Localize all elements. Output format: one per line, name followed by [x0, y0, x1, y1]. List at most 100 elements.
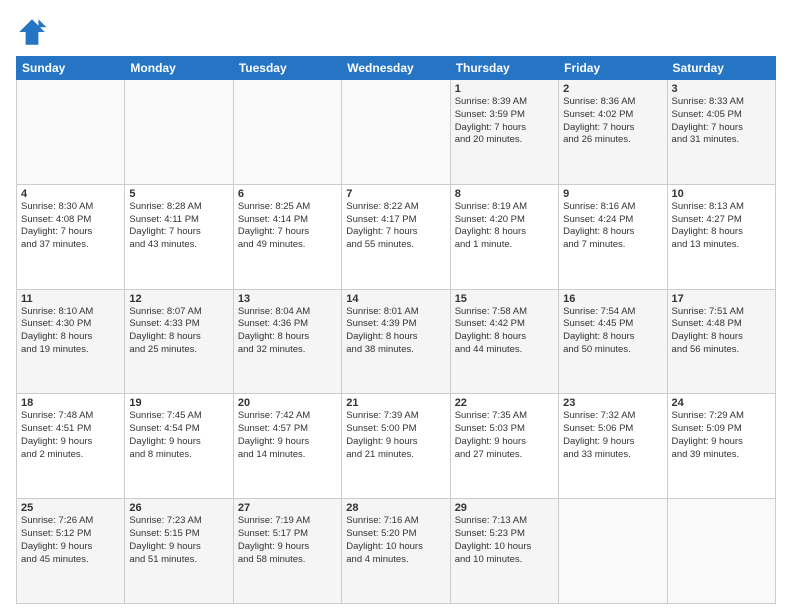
- day-number: 11: [21, 293, 120, 305]
- day-info: Sunrise: 7:13 AM Sunset: 5:23 PM Dayligh…: [455, 515, 554, 566]
- logo: [16, 16, 52, 48]
- calendar-cell: 23Sunrise: 7:32 AM Sunset: 5:06 PM Dayli…: [559, 394, 667, 499]
- day-number: 23: [563, 397, 662, 409]
- day-info: Sunrise: 8:10 AM Sunset: 4:30 PM Dayligh…: [21, 306, 120, 357]
- day-number: 13: [238, 293, 337, 305]
- week-row-4: 25Sunrise: 7:26 AM Sunset: 5:12 PM Dayli…: [17, 499, 776, 604]
- calendar-cell: 14Sunrise: 8:01 AM Sunset: 4:39 PM Dayli…: [342, 289, 450, 394]
- day-header-friday: Friday: [559, 57, 667, 80]
- day-number: 28: [346, 502, 445, 514]
- day-info: Sunrise: 7:54 AM Sunset: 4:45 PM Dayligh…: [563, 306, 662, 357]
- calendar-cell: 17Sunrise: 7:51 AM Sunset: 4:48 PM Dayli…: [667, 289, 775, 394]
- page: SundayMondayTuesdayWednesdayThursdayFrid…: [0, 0, 792, 612]
- day-header-wednesday: Wednesday: [342, 57, 450, 80]
- logo-icon: [16, 16, 48, 48]
- day-number: 24: [672, 397, 771, 409]
- day-header-monday: Monday: [125, 57, 233, 80]
- calendar-cell: [667, 499, 775, 604]
- day-info: Sunrise: 8:01 AM Sunset: 4:39 PM Dayligh…: [346, 306, 445, 357]
- day-number: 6: [238, 188, 337, 200]
- day-header-sunday: Sunday: [17, 57, 125, 80]
- day-number: 12: [129, 293, 228, 305]
- day-number: 19: [129, 397, 228, 409]
- calendar-cell: 6Sunrise: 8:25 AM Sunset: 4:14 PM Daylig…: [233, 184, 341, 289]
- day-number: 7: [346, 188, 445, 200]
- calendar-cell: 11Sunrise: 8:10 AM Sunset: 4:30 PM Dayli…: [17, 289, 125, 394]
- calendar-cell: 20Sunrise: 7:42 AM Sunset: 4:57 PM Dayli…: [233, 394, 341, 499]
- day-info: Sunrise: 7:39 AM Sunset: 5:00 PM Dayligh…: [346, 410, 445, 461]
- calendar-cell: 3Sunrise: 8:33 AM Sunset: 4:05 PM Daylig…: [667, 80, 775, 185]
- day-number: 21: [346, 397, 445, 409]
- day-info: Sunrise: 8:13 AM Sunset: 4:27 PM Dayligh…: [672, 201, 771, 252]
- day-number: 25: [21, 502, 120, 514]
- day-number: 3: [672, 83, 771, 95]
- day-info: Sunrise: 7:32 AM Sunset: 5:06 PM Dayligh…: [563, 410, 662, 461]
- day-number: 4: [21, 188, 120, 200]
- calendar-cell: 25Sunrise: 7:26 AM Sunset: 5:12 PM Dayli…: [17, 499, 125, 604]
- day-number: 1: [455, 83, 554, 95]
- calendar-cell: 8Sunrise: 8:19 AM Sunset: 4:20 PM Daylig…: [450, 184, 558, 289]
- day-number: 9: [563, 188, 662, 200]
- day-number: 27: [238, 502, 337, 514]
- calendar-cell: [559, 499, 667, 604]
- calendar-cell: 1Sunrise: 8:39 AM Sunset: 3:59 PM Daylig…: [450, 80, 558, 185]
- calendar-cell: 12Sunrise: 8:07 AM Sunset: 4:33 PM Dayli…: [125, 289, 233, 394]
- day-info: Sunrise: 7:51 AM Sunset: 4:48 PM Dayligh…: [672, 306, 771, 357]
- day-info: Sunrise: 7:23 AM Sunset: 5:15 PM Dayligh…: [129, 515, 228, 566]
- week-row-0: 1Sunrise: 8:39 AM Sunset: 3:59 PM Daylig…: [17, 80, 776, 185]
- day-header-tuesday: Tuesday: [233, 57, 341, 80]
- header: [16, 16, 776, 48]
- day-info: Sunrise: 8:39 AM Sunset: 3:59 PM Dayligh…: [455, 96, 554, 147]
- day-info: Sunrise: 7:42 AM Sunset: 4:57 PM Dayligh…: [238, 410, 337, 461]
- calendar-cell: 7Sunrise: 8:22 AM Sunset: 4:17 PM Daylig…: [342, 184, 450, 289]
- calendar-body: 1Sunrise: 8:39 AM Sunset: 3:59 PM Daylig…: [17, 80, 776, 604]
- calendar-cell: 5Sunrise: 8:28 AM Sunset: 4:11 PM Daylig…: [125, 184, 233, 289]
- day-info: Sunrise: 8:36 AM Sunset: 4:02 PM Dayligh…: [563, 96, 662, 147]
- calendar-header: SundayMondayTuesdayWednesdayThursdayFrid…: [17, 57, 776, 80]
- calendar-cell: [233, 80, 341, 185]
- day-number: 15: [455, 293, 554, 305]
- calendar-cell: [342, 80, 450, 185]
- day-number: 8: [455, 188, 554, 200]
- calendar-cell: 9Sunrise: 8:16 AM Sunset: 4:24 PM Daylig…: [559, 184, 667, 289]
- calendar-cell: [17, 80, 125, 185]
- day-number: 10: [672, 188, 771, 200]
- day-number: 29: [455, 502, 554, 514]
- header-row: SundayMondayTuesdayWednesdayThursdayFrid…: [17, 57, 776, 80]
- calendar-cell: 18Sunrise: 7:48 AM Sunset: 4:51 PM Dayli…: [17, 394, 125, 499]
- calendar-table: SundayMondayTuesdayWednesdayThursdayFrid…: [16, 56, 776, 604]
- day-number: 2: [563, 83, 662, 95]
- day-number: 20: [238, 397, 337, 409]
- day-number: 16: [563, 293, 662, 305]
- day-info: Sunrise: 8:07 AM Sunset: 4:33 PM Dayligh…: [129, 306, 228, 357]
- calendar-cell: 16Sunrise: 7:54 AM Sunset: 4:45 PM Dayli…: [559, 289, 667, 394]
- calendar-cell: 22Sunrise: 7:35 AM Sunset: 5:03 PM Dayli…: [450, 394, 558, 499]
- week-row-3: 18Sunrise: 7:48 AM Sunset: 4:51 PM Dayli…: [17, 394, 776, 499]
- day-info: Sunrise: 8:16 AM Sunset: 4:24 PM Dayligh…: [563, 201, 662, 252]
- day-number: 18: [21, 397, 120, 409]
- calendar-cell: 21Sunrise: 7:39 AM Sunset: 5:00 PM Dayli…: [342, 394, 450, 499]
- calendar-cell: 15Sunrise: 7:58 AM Sunset: 4:42 PM Dayli…: [450, 289, 558, 394]
- calendar-cell: 26Sunrise: 7:23 AM Sunset: 5:15 PM Dayli…: [125, 499, 233, 604]
- day-info: Sunrise: 7:16 AM Sunset: 5:20 PM Dayligh…: [346, 515, 445, 566]
- calendar-cell: 19Sunrise: 7:45 AM Sunset: 4:54 PM Dayli…: [125, 394, 233, 499]
- day-info: Sunrise: 8:04 AM Sunset: 4:36 PM Dayligh…: [238, 306, 337, 357]
- calendar-cell: 29Sunrise: 7:13 AM Sunset: 5:23 PM Dayli…: [450, 499, 558, 604]
- day-header-saturday: Saturday: [667, 57, 775, 80]
- calendar-cell: 24Sunrise: 7:29 AM Sunset: 5:09 PM Dayli…: [667, 394, 775, 499]
- day-info: Sunrise: 8:19 AM Sunset: 4:20 PM Dayligh…: [455, 201, 554, 252]
- day-info: Sunrise: 7:26 AM Sunset: 5:12 PM Dayligh…: [21, 515, 120, 566]
- calendar-cell: 2Sunrise: 8:36 AM Sunset: 4:02 PM Daylig…: [559, 80, 667, 185]
- day-number: 26: [129, 502, 228, 514]
- day-info: Sunrise: 8:30 AM Sunset: 4:08 PM Dayligh…: [21, 201, 120, 252]
- week-row-1: 4Sunrise: 8:30 AM Sunset: 4:08 PM Daylig…: [17, 184, 776, 289]
- day-info: Sunrise: 7:35 AM Sunset: 5:03 PM Dayligh…: [455, 410, 554, 461]
- calendar-cell: [125, 80, 233, 185]
- week-row-2: 11Sunrise: 8:10 AM Sunset: 4:30 PM Dayli…: [17, 289, 776, 394]
- calendar-cell: 28Sunrise: 7:16 AM Sunset: 5:20 PM Dayli…: [342, 499, 450, 604]
- day-info: Sunrise: 7:48 AM Sunset: 4:51 PM Dayligh…: [21, 410, 120, 461]
- day-info: Sunrise: 8:25 AM Sunset: 4:14 PM Dayligh…: [238, 201, 337, 252]
- day-number: 5: [129, 188, 228, 200]
- day-info: Sunrise: 8:28 AM Sunset: 4:11 PM Dayligh…: [129, 201, 228, 252]
- day-info: Sunrise: 7:45 AM Sunset: 4:54 PM Dayligh…: [129, 410, 228, 461]
